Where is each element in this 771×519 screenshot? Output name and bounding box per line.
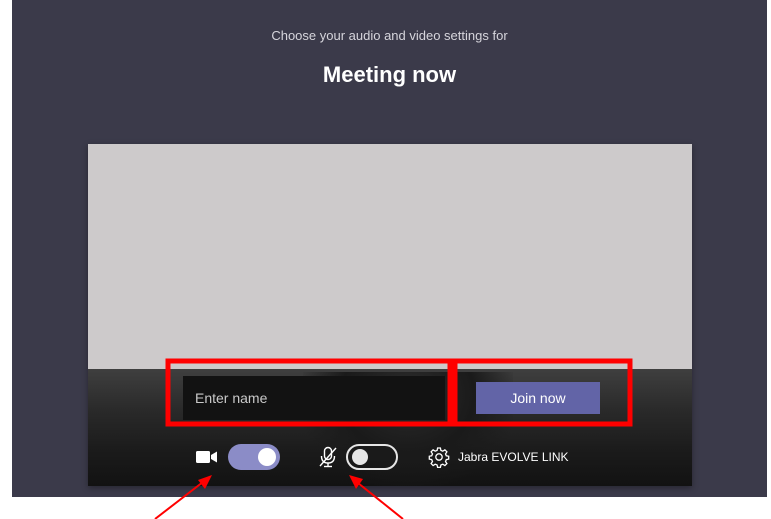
screenshot: Choose your audio and video settings for…	[0, 0, 771, 519]
join-now-button[interactable]: Join now	[476, 382, 600, 414]
video-preview: Join now	[88, 144, 692, 486]
audio-device-label[interactable]: Jabra EVOLVE LINK	[458, 450, 569, 464]
microphone-toggle-knob	[352, 449, 368, 465]
gear-icon[interactable]	[428, 446, 450, 468]
prejoin-screen: Choose your audio and video settings for…	[12, 0, 767, 497]
name-input[interactable]	[183, 376, 445, 420]
video-camera-icon[interactable]	[196, 450, 218, 464]
microphone-muted-icon[interactable]	[318, 446, 338, 468]
meeting-title: Meeting now	[322, 62, 457, 87]
camera-toggle-knob	[258, 448, 276, 466]
settings-subtitle: Choose your audio and video settings for	[271, 28, 508, 43]
microphone-toggle[interactable]	[346, 444, 398, 470]
device-controls: Jabra EVOLVE LINK	[88, 440, 692, 474]
camera-toggle[interactable]	[228, 444, 280, 470]
